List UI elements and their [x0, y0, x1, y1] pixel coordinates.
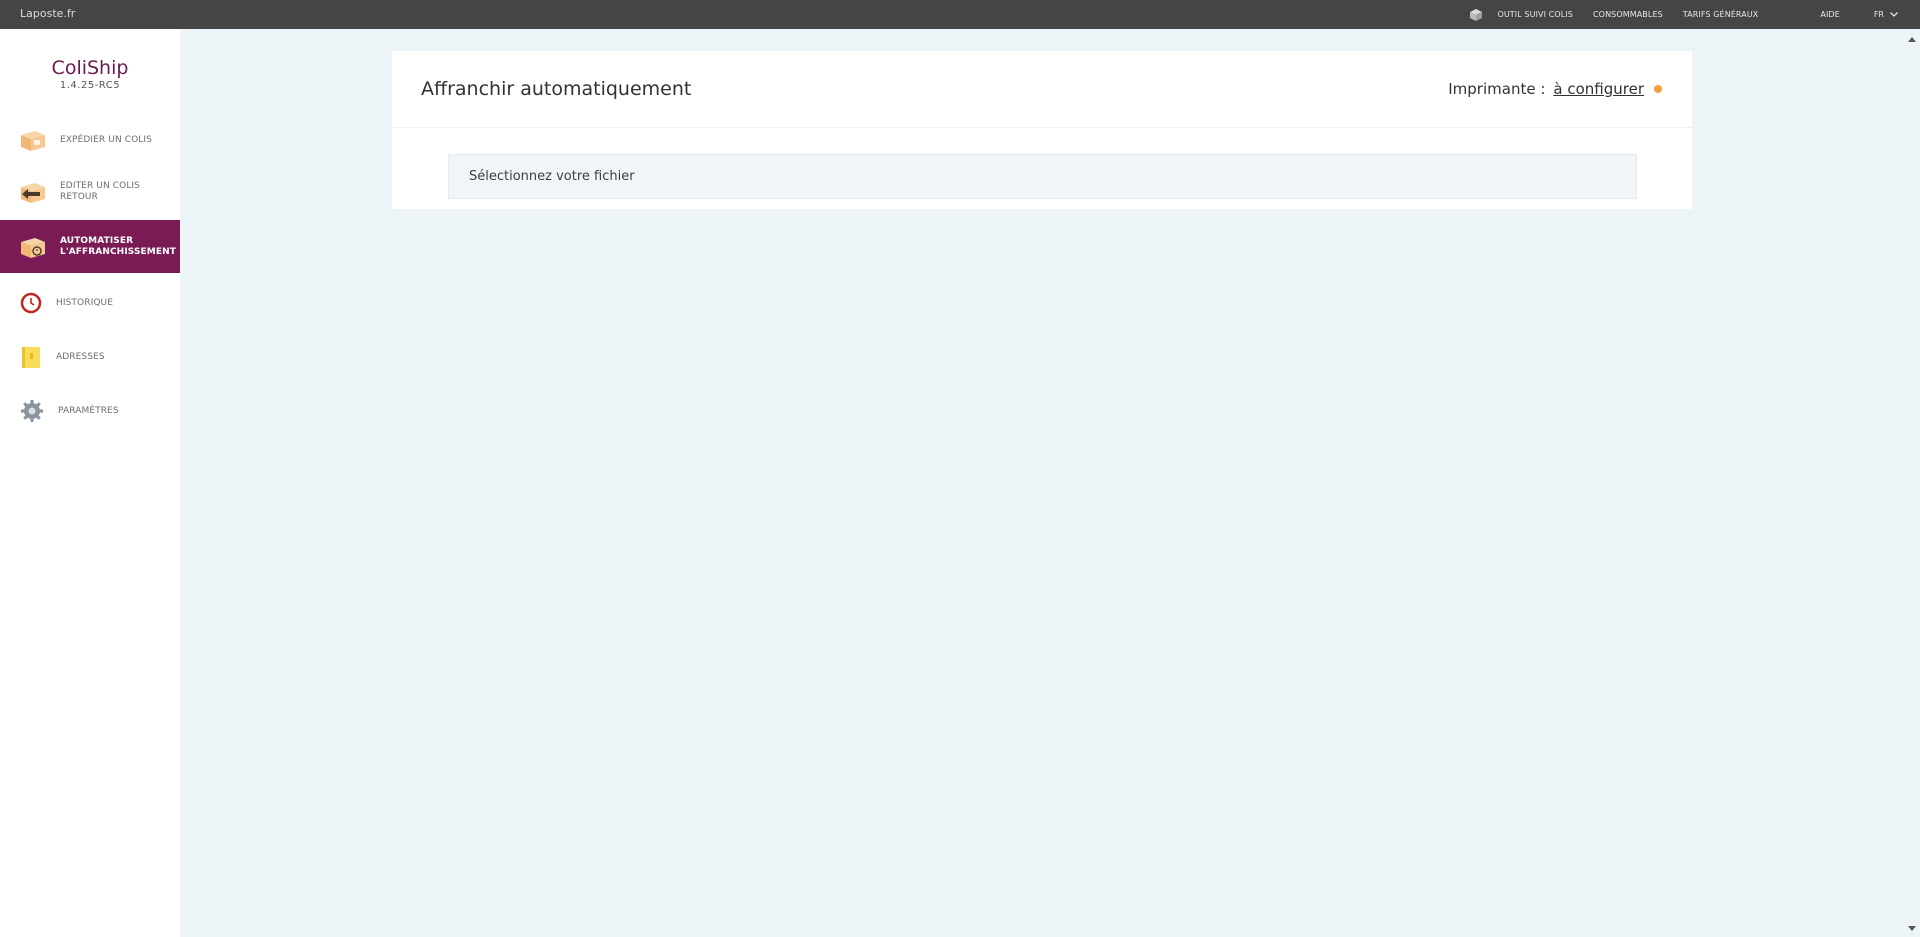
sidebar-item-label: ADRESSES	[56, 351, 105, 362]
top-bar: Laposte.fr OUTIL SUIVI COLIS CONSOMMABLE…	[0, 0, 1920, 29]
sidebar-item-label: EXPÉDIER UN COLIS	[60, 134, 152, 145]
page-title: Affranchir automatiquement	[421, 78, 692, 100]
printer-status-dot	[1654, 85, 1662, 93]
scroll-up-arrow-icon[interactable]	[1908, 37, 1916, 42]
sidebar-item-addresses[interactable]: ADRESSES	[0, 335, 180, 379]
sidebar-item-return-parcel[interactable]: EDITER UN COLIS RETOUR	[0, 171, 180, 213]
sidebar-item-label: EDITER UN COLIS RETOUR	[60, 181, 140, 202]
gear-icon	[21, 400, 43, 422]
sidebar: ColiShip 1.4.25-RC5 EXPÉDIER UN COLIS ED…	[0, 29, 180, 937]
top-nav-help[interactable]: AIDE	[1820, 10, 1839, 19]
clock-icon	[20, 292, 42, 314]
top-nav-supplies[interactable]: CONSOMMABLES	[1593, 10, 1663, 19]
sidebar-item-settings[interactable]: PARAMÈTRES	[0, 389, 180, 433]
sidebar-item-label: HISTORIQUE	[56, 297, 113, 308]
printer-configure-link[interactable]: à configurer	[1553, 80, 1644, 98]
sidebar-item-ship-parcel[interactable]: EXPÉDIER UN COLIS	[0, 121, 180, 159]
app-name: ColiShip	[51, 57, 129, 79]
laposte-link[interactable]: Laposte.fr	[20, 7, 75, 20]
automate-package-icon	[21, 237, 45, 258]
sidebar-item-history[interactable]: HISTORIQUE	[0, 282, 180, 324]
top-nav-tracking[interactable]: OUTIL SUIVI COLIS	[1497, 10, 1573, 19]
address-book-icon	[22, 347, 40, 368]
sidebar-item-label: PARAMÈTRES	[58, 405, 119, 416]
printer-status: Imprimante : à configurer	[1448, 80, 1662, 98]
top-nav-rates[interactable]: TARIFS GÉNÉRAUX	[1683, 10, 1759, 19]
file-select-panel[interactable]: Sélectionnez votre fichier	[448, 154, 1637, 199]
main-card: Affranchir automatiquement Imprimante : …	[392, 51, 1692, 209]
scroll-down-arrow-icon[interactable]	[1908, 926, 1916, 931]
package-icon	[21, 131, 45, 151]
chevron-down-icon	[1890, 12, 1898, 17]
brand: ColiShip 1.4.25-RC5	[0, 57, 180, 91]
language-selector[interactable]: FR	[1874, 10, 1898, 19]
app-version: 1.4.25-RC5	[59, 80, 121, 91]
return-package-icon	[21, 183, 45, 203]
top-nav: OUTIL SUIVI COLIS CONSOMMABLES TARIFS GÉ…	[1469, 0, 1898, 29]
file-select-label: Sélectionnez votre fichier	[469, 169, 635, 184]
card-header: Affranchir automatiquement Imprimante : …	[392, 51, 1692, 128]
sidebar-item-label: AUTOMATISER L'AFFRANCHISSEMENT	[60, 235, 176, 257]
sidebar-item-automate[interactable]: AUTOMATISER L'AFFRANCHISSEMENT	[0, 220, 180, 273]
scrollbar[interactable]	[1903, 29, 1920, 937]
parcel-box-icon[interactable]	[1469, 8, 1483, 22]
language-label: FR	[1873, 10, 1884, 19]
printer-label: Imprimante :	[1448, 80, 1546, 98]
